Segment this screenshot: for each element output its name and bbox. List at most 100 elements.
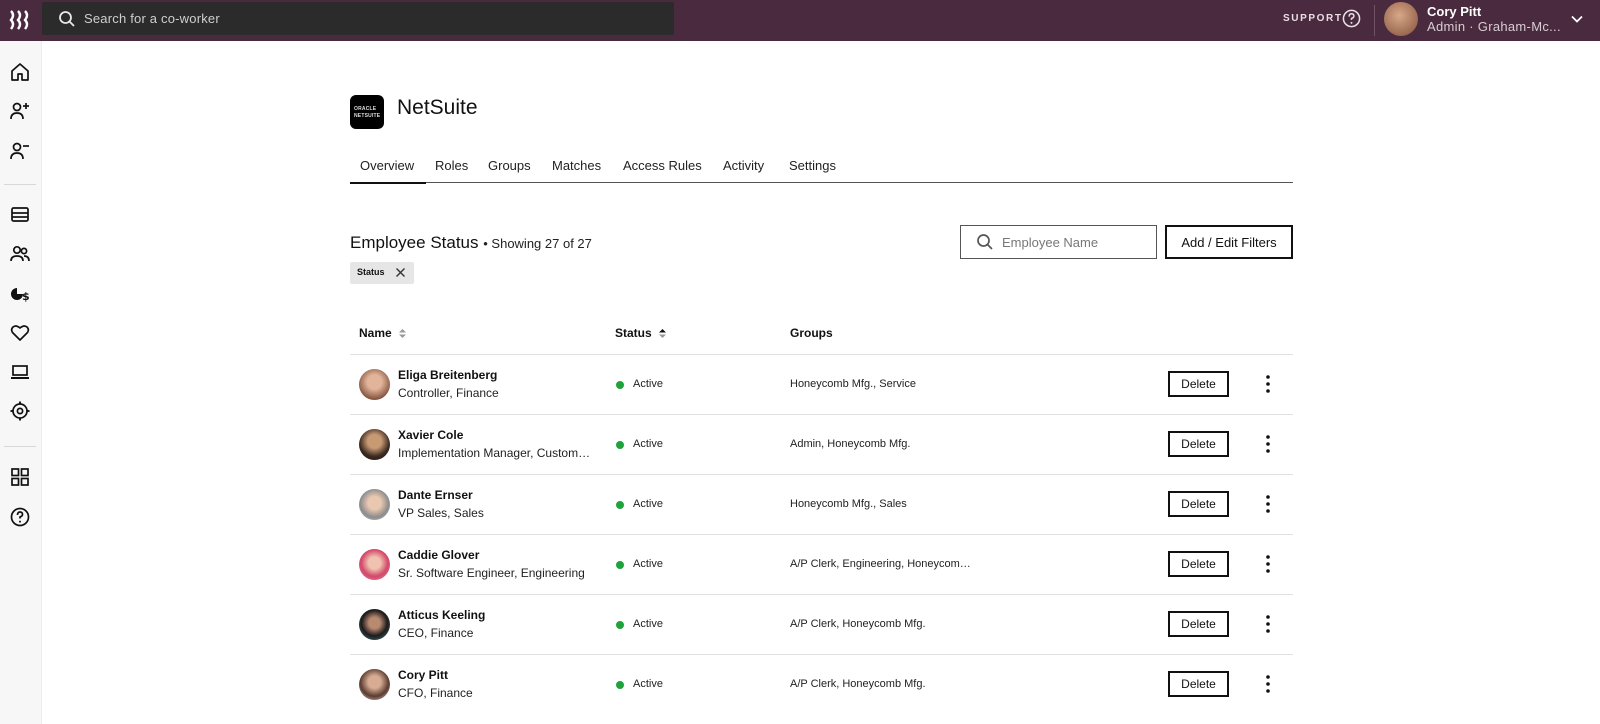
employee-name[interactable]: Atticus Keeling <box>398 608 485 622</box>
groups-text: A/P Clerk, Honeycomb Mfg. <box>790 678 926 690</box>
team-icon[interactable] <box>9 243 31 265</box>
benefits-icon[interactable] <box>9 322 31 344</box>
settings-icon[interactable] <box>9 400 31 422</box>
delete-button[interactable]: Delete <box>1168 611 1229 637</box>
search-icon <box>977 234 993 250</box>
topbar-divider <box>1374 5 1375 36</box>
coworker-search[interactable]: Search for a co-worker <box>42 2 674 35</box>
tab-access-rules[interactable]: Access Rules <box>623 158 702 173</box>
avatar <box>359 489 390 520</box>
employee-name[interactable]: Cory Pitt <box>398 668 448 682</box>
add-edit-filters-button[interactable]: Add / Edit Filters <box>1165 225 1293 259</box>
page-title: NetSuite <box>397 96 478 119</box>
rippling-logo-icon[interactable] <box>8 8 32 32</box>
groups-text: A/P Clerk, Honeycomb Mfg. <box>790 618 926 630</box>
status-text: Active <box>633 438 663 450</box>
status-text: Active <box>633 378 663 390</box>
avatar <box>359 429 390 460</box>
user-add-icon[interactable] <box>9 100 31 122</box>
employee-name[interactable]: Eliga Breitenberg <box>398 368 497 382</box>
status-filter-chip[interactable]: Status <box>350 262 414 284</box>
close-icon[interactable] <box>395 267 406 278</box>
delete-button[interactable]: Delete <box>1168 491 1229 517</box>
user-remove-icon[interactable] <box>9 140 31 162</box>
more-options-icon[interactable] <box>1265 374 1271 394</box>
sidebar: $ <box>0 41 42 724</box>
table-row[interactable]: Eliga Breitenberg Controller, Finance Ac… <box>350 354 1293 414</box>
employee-title: Sr. Software Engineer, Engineering <box>398 566 585 580</box>
more-options-icon[interactable] <box>1265 434 1271 454</box>
table-row[interactable]: Dante Ernser VP Sales, Sales Active Hone… <box>350 474 1293 534</box>
payroll-icon[interactable]: $ <box>9 283 31 305</box>
status-text: Active <box>633 558 663 570</box>
active-tab-indicator <box>350 182 426 184</box>
more-options-icon[interactable] <box>1265 674 1271 694</box>
tab-groups[interactable]: Groups <box>488 158 531 173</box>
employee-title: VP Sales, Sales <box>398 506 484 520</box>
section-title: Employee Status • Showing 27 of 27 <box>350 233 592 253</box>
home-icon[interactable] <box>9 61 31 83</box>
section-title-text: Employee Status <box>350 233 479 252</box>
table-row[interactable]: Xavier Cole Implementation Manager, Cust… <box>350 414 1293 474</box>
tab-overview[interactable]: Overview <box>360 158 414 173</box>
column-header-status[interactable]: Status <box>615 326 667 340</box>
delete-button[interactable]: Delete <box>1168 431 1229 457</box>
support-link[interactable]: SUPPORT <box>1283 13 1343 24</box>
status-active-dot <box>616 501 624 509</box>
avatar <box>359 669 390 700</box>
delete-button[interactable]: Delete <box>1168 551 1229 577</box>
user-avatar[interactable] <box>1384 2 1418 36</box>
chevron-down-icon[interactable] <box>1570 12 1584 26</box>
status-active-dot <box>616 441 624 449</box>
column-header-groups: Groups <box>790 326 833 340</box>
sort-icon <box>399 329 407 339</box>
more-options-icon[interactable] <box>1265 494 1271 514</box>
status-active-dot <box>616 381 624 389</box>
groups-text: Admin, Honeycomb Mfg. <box>790 438 911 450</box>
employee-name[interactable]: Dante Ernser <box>398 488 473 502</box>
table-row[interactable]: Atticus Keeling CEO, Finance Active A/P … <box>350 594 1293 654</box>
table-row[interactable]: Caddie Glover Sr. Software Engineer, Eng… <box>350 534 1293 594</box>
status-active-dot <box>616 621 624 629</box>
search-icon <box>59 11 75 27</box>
employee-search-input[interactable] <box>1002 232 1152 252</box>
netsuite-logo: ORACLE NETSUITE <box>350 95 384 129</box>
employee-name[interactable]: Xavier Cole <box>398 428 463 442</box>
sort-ascending-icon <box>659 329 667 339</box>
column-header-label: Status <box>615 326 652 340</box>
employee-title: CEO, Finance <box>398 626 474 640</box>
groups-text: Honeycomb Mfg., Service <box>790 378 916 390</box>
help-icon[interactable] <box>1342 9 1361 28</box>
result-count: • Showing 27 of 27 <box>483 236 592 251</box>
top-bar: Search for a co-worker SUPPORT Cory Pitt… <box>0 0 1600 41</box>
more-options-icon[interactable] <box>1265 614 1271 634</box>
column-header-label: Groups <box>790 326 833 340</box>
more-options-icon[interactable] <box>1265 554 1271 574</box>
status-text: Active <box>633 498 663 510</box>
column-header-name[interactable]: Name <box>359 326 407 340</box>
logo-text-line: ORACLE <box>354 106 377 112</box>
employee-title: Controller, Finance <box>398 386 499 400</box>
employee-search[interactable] <box>960 225 1157 259</box>
tab-roles[interactable]: Roles <box>435 158 468 173</box>
tab-matches[interactable]: Matches <box>552 158 601 173</box>
status-text: Active <box>633 618 663 630</box>
delete-button[interactable]: Delete <box>1168 671 1229 697</box>
sidebar-divider <box>4 446 36 447</box>
user-name: Cory Pitt <box>1427 4 1482 19</box>
help-icon[interactable] <box>9 506 31 528</box>
tab-activity[interactable]: Activity <box>723 158 764 173</box>
table-row[interactable]: Cory Pitt CFO, Finance Active A/P Clerk,… <box>350 654 1293 714</box>
status-active-dot <box>616 561 624 569</box>
tab-bar: Overview Roles Groups Matches Access Rul… <box>350 152 1293 184</box>
delete-button[interactable]: Delete <box>1168 371 1229 397</box>
apps-grid-icon[interactable] <box>9 466 31 488</box>
inventory-icon[interactable] <box>9 203 31 225</box>
logo-text-line: NETSUITE <box>354 113 381 119</box>
employee-name[interactable]: Caddie Glover <box>398 548 479 562</box>
status-text: Active <box>633 678 663 690</box>
employee-title: CFO, Finance <box>398 686 473 700</box>
device-icon[interactable] <box>9 361 31 383</box>
tab-settings[interactable]: Settings <box>789 158 836 173</box>
svg-text:$: $ <box>22 290 30 303</box>
